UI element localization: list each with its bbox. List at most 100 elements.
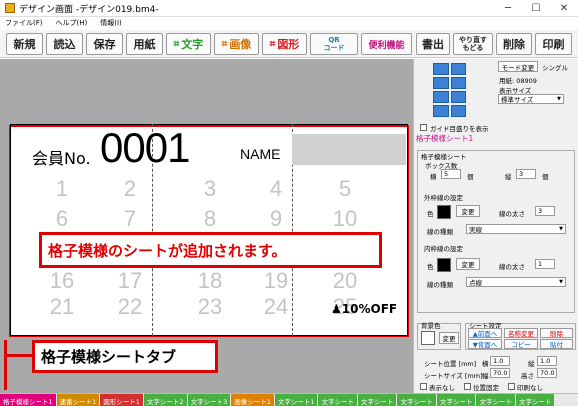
outer-color-label: 色 bbox=[427, 210, 434, 218]
shape-button[interactable]: ⌗ 図形 bbox=[262, 33, 307, 55]
bg-color-swatch[interactable] bbox=[421, 331, 435, 345]
sheet-tab[interactable]: 文字シート bbox=[397, 394, 436, 406]
pos-y-input[interactable]: 1.0 bbox=[537, 356, 557, 366]
maximize-button[interactable]: ☐ bbox=[522, 0, 550, 17]
paper-button[interactable]: 用紙 bbox=[126, 33, 163, 55]
convenience-button[interactable]: 便利機能 bbox=[361, 33, 412, 55]
hide-checkbox[interactable] bbox=[420, 383, 427, 390]
sheet-tab[interactable]: 格子模様シート1 bbox=[0, 394, 56, 406]
sheet-tab[interactable]: 文字シート2 bbox=[143, 394, 187, 406]
minimize-button[interactable]: ─ bbox=[494, 0, 522, 17]
sheet-tab[interactable]: 文字シート bbox=[357, 394, 397, 406]
hide-label: 表示なし bbox=[429, 384, 455, 392]
text-button[interactable]: ⌗ 文字 bbox=[166, 33, 211, 55]
sheet-tab[interactable]: 文字シート bbox=[436, 394, 476, 406]
bring-front-button[interactable]: ▲前面へ bbox=[468, 328, 502, 338]
sheet-tab[interactable]: 文字シート bbox=[318, 394, 357, 406]
close-button[interactable]: ✕ bbox=[550, 0, 578, 17]
outer-color-change-button[interactable]: 変更 bbox=[456, 205, 480, 217]
grid-number: 4 bbox=[269, 176, 283, 201]
inner-color-change-button[interactable]: 変更 bbox=[456, 258, 480, 270]
vertical-unit: 個 bbox=[542, 173, 549, 181]
layout-grid-icon bbox=[433, 63, 466, 117]
section-title: 格子模様シート1 bbox=[416, 134, 474, 143]
outer-color-swatch[interactable] bbox=[437, 205, 451, 219]
print-out-button[interactable]: 書出 bbox=[416, 33, 450, 55]
height-label: 高さ bbox=[521, 372, 534, 380]
discount-text: ♟10%OFF bbox=[331, 302, 397, 316]
horizontal-unit: 個 bbox=[467, 173, 474, 181]
sheet-tab[interactable]: 図形シート1 bbox=[100, 394, 143, 406]
width-input[interactable]: 70.0 bbox=[490, 368, 510, 378]
inner-width-label: 線の太さ bbox=[499, 263, 525, 271]
pos-x-label: 横 bbox=[482, 360, 489, 368]
fix-position-checkbox[interactable] bbox=[464, 383, 471, 390]
sheet-tab[interactable]: 文字シート1 bbox=[274, 394, 318, 406]
guide-label: ガイド目盛りを表示 bbox=[430, 125, 489, 133]
pos-x-input[interactable]: 1.0 bbox=[490, 356, 510, 366]
paper-label: 用紙: 08909 bbox=[499, 77, 537, 85]
text-button-label: 文字 bbox=[181, 38, 204, 51]
outer-type-label: 線の種類 bbox=[427, 228, 453, 236]
print-button[interactable]: 印刷 bbox=[535, 33, 572, 55]
copy-button[interactable]: コピー bbox=[504, 339, 538, 349]
paste-button[interactable]: 貼付 bbox=[540, 339, 573, 349]
new-button[interactable]: 新規 bbox=[6, 33, 43, 55]
no-print-checkbox[interactable] bbox=[508, 383, 515, 390]
callout-connector bbox=[4, 340, 7, 390]
name-field bbox=[292, 134, 406, 165]
outer-group-label: 外枠線の設定 bbox=[424, 194, 463, 202]
menu-help[interactable]: ヘルプ(H) bbox=[56, 18, 88, 28]
grid-number: 10 bbox=[332, 206, 358, 231]
image-icon: ⌗ bbox=[221, 38, 228, 50]
save-button[interactable]: 保存 bbox=[86, 33, 123, 55]
grid-number: 24 bbox=[263, 294, 289, 319]
sheet-tab[interactable]: 連番シート1 bbox=[56, 394, 100, 406]
no-print-label: 印刷なし bbox=[517, 384, 543, 392]
menu-info[interactable]: 情報(I) bbox=[100, 18, 122, 28]
sheet-position-label: シート位置 [mm] bbox=[424, 360, 477, 368]
grid-number: 21 bbox=[49, 294, 75, 319]
outer-type-select[interactable]: 実線 bbox=[466, 224, 566, 234]
height-input[interactable]: 70.0 bbox=[537, 368, 557, 378]
send-back-button[interactable]: ▼背面へ bbox=[468, 339, 502, 349]
redo-label: やり直す bbox=[459, 36, 487, 44]
inner-width-input[interactable]: 1 bbox=[535, 259, 555, 269]
outer-width-input[interactable]: 3 bbox=[535, 206, 555, 216]
inner-color-swatch[interactable] bbox=[437, 258, 451, 272]
delete-button[interactable]: 削除 bbox=[496, 33, 532, 55]
display-size-select[interactable]: 標準サイズ bbox=[498, 94, 564, 104]
grid-number: 1 bbox=[55, 176, 69, 201]
member-label: 会員No. bbox=[32, 149, 91, 168]
shape-button-label: 図形 bbox=[277, 38, 300, 51]
redo-button[interactable]: やり直す もどる bbox=[453, 33, 493, 55]
sheet-tab[interactable]: 文字シート bbox=[515, 394, 555, 406]
sheet-tab[interactable]: 画像シート1 bbox=[231, 394, 274, 406]
image-button[interactable]: ⌗ 画像 bbox=[214, 33, 259, 55]
inner-type-select[interactable]: 点線 bbox=[466, 277, 566, 287]
sheet-delete-button[interactable]: 削除 bbox=[540, 328, 573, 338]
sheet-tab[interactable]: 文字シート3 bbox=[187, 394, 231, 406]
bg-color-change-button[interactable]: 変更 bbox=[439, 332, 459, 344]
grid-number: 20 bbox=[332, 268, 358, 293]
image-button-label: 画像 bbox=[229, 38, 252, 51]
grid-number: 8 bbox=[203, 206, 217, 231]
toolbar: 新規 読込 保存 用紙 ⌗ 文字 ⌗ 画像 ⌗ 図形 QR コード 便利機能 書出 や… bbox=[0, 30, 578, 58]
person-icon: ♟ bbox=[331, 302, 342, 316]
sheet-tab[interactable]: 文字シート bbox=[476, 394, 515, 406]
menu-file[interactable]: ファイル(F) bbox=[5, 18, 43, 28]
title-bar: デザイン画面 -デザイン019.bm4- ─ ☐ ✕ bbox=[0, 0, 578, 17]
guide-checkbox[interactable] bbox=[420, 124, 427, 131]
sheet-tabs: 格子模様シート1 連番シート1 図形シート1 文字シート2 文字シート3 画像シート1 文字… bbox=[0, 393, 578, 406]
mode-change-button[interactable]: モード変更 bbox=[498, 61, 538, 72]
callout-connector bbox=[4, 354, 34, 357]
qr-button[interactable]: QR コード bbox=[310, 33, 358, 55]
vertical-count-input[interactable]: 3 bbox=[516, 169, 536, 179]
rename-button[interactable]: 名称変更 bbox=[504, 328, 538, 338]
open-button[interactable]: 読込 bbox=[46, 33, 83, 55]
grid-number: 23 bbox=[197, 294, 223, 319]
horizontal-count-input[interactable]: 5 bbox=[441, 169, 461, 179]
grid-number: 22 bbox=[117, 294, 143, 319]
grid-number: 6 bbox=[55, 206, 69, 231]
inner-group-label: 内枠線の設定 bbox=[424, 245, 463, 253]
